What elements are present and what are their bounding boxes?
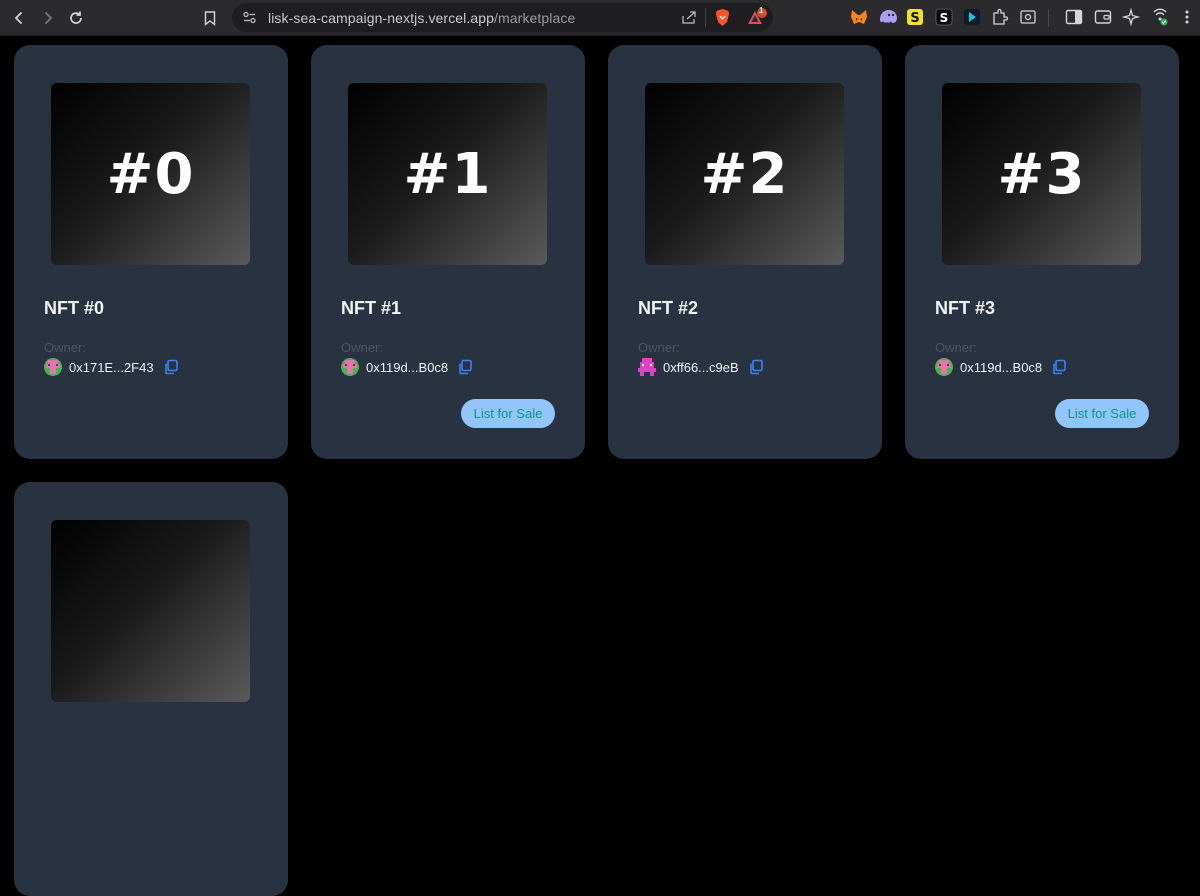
forward-icon[interactable] <box>36 6 60 30</box>
nft-artwork: #0 <box>51 83 250 265</box>
wallet-icon[interactable] <box>1093 7 1113 27</box>
green-pink-avatar-icon <box>341 358 359 376</box>
back-icon[interactable] <box>7 6 31 30</box>
metamask-icon[interactable] <box>849 7 869 27</box>
owner-address: 0x119d...B0c8 <box>960 359 1043 375</box>
nft-artwork: #3 <box>942 83 1141 265</box>
owner-address: 0x171E...2F43 <box>69 359 154 375</box>
nft-artwork <box>51 520 250 702</box>
list-for-sale-button[interactable]: List for Sale <box>1055 399 1149 428</box>
leo-ai-icon[interactable] <box>1121 7 1141 27</box>
owner-row: 0x119d...B0c8 <box>341 357 473 377</box>
nft-card[interactable]: #0 NFT #0 Owner: 0x171E...2F43 <box>14 45 288 459</box>
url-path: /marketplace <box>494 10 576 26</box>
sidebar-toggle-icon[interactable] <box>1064 7 1084 27</box>
nft-art-label: #1 <box>403 141 492 207</box>
nft-card[interactable] <box>14 482 288 896</box>
play-extension-icon[interactable] <box>962 7 982 27</box>
url-text: lisk-sea-campaign-nextjs.vercel.app/mark… <box>268 10 575 26</box>
phantom-icon[interactable] <box>878 7 898 27</box>
owner-row: 0x119d...B0c8 <box>935 357 1067 377</box>
nft-card[interactable]: #2 NFT #2 Owner: 0xff66...c9eB <box>608 45 882 459</box>
copy-icon[interactable] <box>1051 359 1067 375</box>
green-pink-avatar-icon <box>935 358 953 376</box>
owner-label: Owner: <box>638 340 680 355</box>
owner-row: 0xff66...c9eB <box>638 357 764 377</box>
owner-label: Owner: <box>341 340 383 355</box>
nft-artwork: #1 <box>348 83 547 265</box>
magenta-avatar-icon <box>638 358 656 376</box>
copy-icon[interactable] <box>748 359 764 375</box>
url-host: lisk-sea-campaign-nextjs.vercel.app <box>268 10 495 26</box>
owner-address: 0x119d...B0c8 <box>366 359 449 375</box>
nft-card[interactable]: #3 NFT #3 Owner: 0x119d...B0c8 List for … <box>905 45 1179 459</box>
copy-icon[interactable] <box>457 359 473 375</box>
list-for-sale-button[interactable]: List for Sale <box>461 399 555 428</box>
nft-artwork: #2 <box>645 83 844 265</box>
nft-title: NFT #2 <box>638 298 699 318</box>
owner-label: Owner: <box>935 340 977 355</box>
extensions-puzzle-icon[interactable] <box>990 7 1010 27</box>
marketplace-page: #0 NFT #0 Owner: 0x171E...2F43 #1 NFT #1… <box>0 37 1200 896</box>
bookmark-icon[interactable] <box>198 6 222 30</box>
brave-rewards-icon[interactable] <box>746 8 768 27</box>
address-bar[interactable]: lisk-sea-campaign-nextjs.vercel.app/mark… <box>232 3 773 32</box>
nft-art-label: #3 <box>997 141 1086 207</box>
owner-label: Owner: <box>44 340 86 355</box>
svg-text:S: S <box>910 11 919 26</box>
yellow-s-extension-icon[interactable]: S <box>905 7 925 27</box>
vpn-shield-icon[interactable] <box>1150 7 1170 27</box>
nft-art-label: #2 <box>700 141 789 207</box>
copy-icon[interactable] <box>163 359 179 375</box>
nft-art-label: #0 <box>106 141 195 207</box>
svg-text:S: S <box>940 11 949 25</box>
nft-card[interactable]: #1 NFT #1 Owner: 0x119d...B0c8 List for … <box>311 45 585 459</box>
nft-title: NFT #3 <box>935 298 996 318</box>
screenshot-extension-icon[interactable] <box>1018 7 1038 27</box>
browser-toolbar: lisk-sea-campaign-nextjs.vercel.app/mark… <box>0 0 1200 36</box>
nft-title: NFT #1 <box>341 298 402 318</box>
reload-icon[interactable] <box>64 6 88 30</box>
share-icon[interactable] <box>681 10 698 25</box>
owner-row: 0x171E...2F43 <box>44 357 179 377</box>
site-settings-icon[interactable] <box>242 10 257 25</box>
owner-address: 0xff66...c9eB <box>663 359 739 375</box>
nft-title: NFT #0 <box>44 298 105 318</box>
rewards-badge: 1 <box>759 6 764 15</box>
s-extension-icon[interactable]: S <box>934 7 954 27</box>
menu-icon[interactable] <box>1177 7 1197 27</box>
brave-shields-icon[interactable] <box>714 8 731 27</box>
green-pink-avatar-icon <box>44 358 62 376</box>
